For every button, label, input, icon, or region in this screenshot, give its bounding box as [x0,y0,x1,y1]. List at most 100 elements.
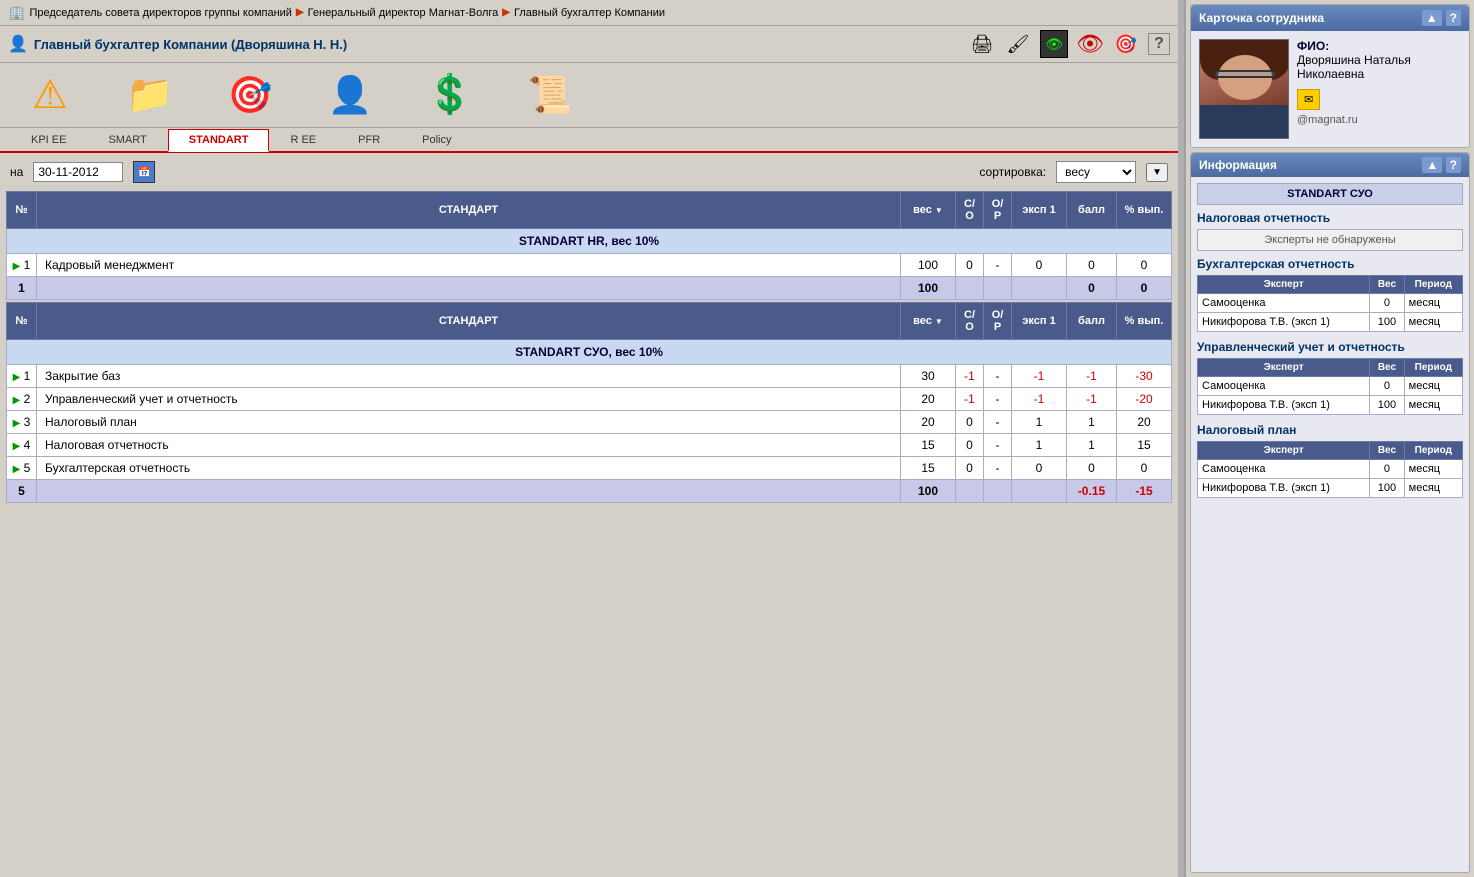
row-pct: 15 [1117,434,1172,457]
info-table-row: Никифорова Т.В. (эксп 1) 100 месяц [1198,396,1463,415]
row-op: - [984,388,1012,411]
policy-icon [524,69,576,121]
play-button[interactable]: ▶ [13,464,21,475]
toolbar-standart[interactable] [210,69,290,121]
row-name: Управленческий учет и отчетность [37,388,901,411]
subtotal-op [984,480,1012,503]
sort-icon-2: ▼ [935,317,943,326]
breadcrumb-text-1: Председатель совета директоров группы ко… [29,7,292,19]
tab-policy[interactable]: Policy [401,129,472,152]
info-table-row: Самооценка 0 месяц [1198,377,1463,396]
row-exp1: -1 [1012,388,1067,411]
tab-standart[interactable]: STANDART [168,129,270,152]
toolbar-kpi[interactable] [10,69,90,121]
row-num: ▶ 1 [7,365,37,388]
tab-ree[interactable]: R EE [269,129,337,152]
table-row: ▶ 2 Управленческий учет и отчетность 20 … [7,388,1172,411]
info-table-row: Самооценка 0 месяц [1198,460,1463,479]
toolbar-policy[interactable] [510,69,590,121]
employee-card-title: Карточка сотрудника [1199,11,1324,25]
play-button[interactable]: ▶ [13,372,21,383]
subtotal-empty [37,480,901,503]
calendar-button[interactable]: 📅 [133,161,155,183]
toolbar [0,63,1178,128]
row-weight: 100 [901,254,956,277]
row-weight: 15 [901,457,956,480]
info-table-buch: Эксперт Вес Период Самооценка 0 месяц Ни… [1197,275,1463,332]
th-standard-1: стандарт [37,192,901,229]
table-area: № стандарт вес ▼ С/О О/Р эксп 1 балл % в… [0,191,1178,877]
th-weight: Вес [1370,276,1404,294]
th-weight-2: вес ▼ [901,303,956,340]
help-icon[interactable]: ? [1148,33,1170,55]
row-exp1: 1 [1012,411,1067,434]
row-op: - [984,411,1012,434]
card-help-button[interactable]: ? [1446,10,1461,26]
sort-dropdown-button[interactable]: ▼ [1146,163,1168,182]
info-subsection-nalog-plan: Налоговый план [1197,423,1463,437]
breadcrumb-text-2: Генеральный директор Магнат-Волга [308,7,499,19]
subtotal-co [956,277,984,300]
print-icon[interactable]: 🖨 [968,30,996,58]
subtotal-exp1 [1012,480,1067,503]
th-exp-2: эксп 1 [1012,303,1067,340]
employee-card-body: ФИО: Дворяшина Наталья Николаевна ✉ @mag… [1191,31,1469,147]
play-button[interactable]: ▶ [13,395,21,406]
row-co: -1 [956,388,984,411]
email-button[interactable]: ✉ [1297,89,1320,110]
expert-weight: 0 [1370,377,1404,396]
play-button[interactable]: ▶ [13,441,21,452]
breadcrumb-icon: 🏢 [8,4,25,21]
target-icon[interactable]: 🎯 [1112,30,1140,58]
row-op: - [984,254,1012,277]
expert-period: месяц [1404,294,1462,313]
dollar-icon [424,69,476,121]
th-expert: Эксперт [1198,276,1370,294]
th-weight-1: вес ▼ [901,192,956,229]
table-row: ▶ 4 Налоговая отчетность 15 0 - 1 1 15 [7,434,1172,457]
expert-weight: 0 [1370,460,1404,479]
info-collapse-button[interactable]: ▲ [1422,157,1442,173]
toolbar-pfr[interactable] [410,69,490,121]
th-expert: Эксперт [1198,359,1370,377]
toolbar-smart[interactable] [110,69,190,121]
expert-period: месяц [1404,313,1462,332]
th-pct-1: % вып. [1117,192,1172,229]
th-num-2: № [7,303,37,340]
expert-period: месяц [1404,377,1462,396]
card-collapse-button[interactable]: ▲ [1422,10,1442,26]
tab-pfr[interactable]: PFR [337,129,401,152]
subtotal-num: 1 [7,277,37,300]
toolbar-ree[interactable] [310,69,390,121]
expert-weight: 100 [1370,479,1404,498]
expert-name: Самооценка [1198,294,1370,313]
play-button[interactable]: ▶ [13,418,21,429]
tab-kpi[interactable]: KPI EE [10,129,87,152]
row-ball: 1 [1067,434,1117,457]
th-co-1: С/О [956,192,984,229]
expert-period: месяц [1404,460,1462,479]
info-help-button[interactable]: ? [1446,157,1461,173]
sort-select[interactable]: весу номеру алфавиту [1056,161,1136,183]
play-button[interactable]: ▶ [13,261,21,272]
tabs-bar: KPI EE SMART STANDART R EE PFR Policy [0,128,1178,153]
header-title: 👤 Главный бухгалтер Компании (Дворяшина … [8,34,347,54]
info-subsection-upr: Управленческий учет и отчетность [1197,340,1463,354]
tab-smart[interactable]: SMART [87,129,167,152]
date-input[interactable] [33,162,123,182]
subtotal-co [956,480,984,503]
info-table-row: Никифорова Т.В. (эксп 1) 100 месяц [1198,479,1463,498]
employee-info: ФИО: Дворяшина Наталья Николаевна ✉ @mag… [1297,39,1461,126]
info-panel-header: Информация ▲ ? [1191,153,1469,177]
row-name: Закрытие баз [37,365,901,388]
email-icon-symbol: ✉ [1304,94,1313,106]
section-header-suo: STANDART СУО, вес 10% [7,340,1172,365]
row-num: ▶ 1 [7,254,37,277]
row-num: ▶ 5 [7,457,37,480]
monitor-icon[interactable]: 👁 [1040,30,1068,58]
eye-icon[interactable]: 👁 [1076,30,1104,58]
row-co: -1 [956,365,984,388]
brush-icon[interactable]: 🖌 [1004,30,1032,58]
expert-period: месяц [1404,396,1462,415]
row-op: - [984,434,1012,457]
